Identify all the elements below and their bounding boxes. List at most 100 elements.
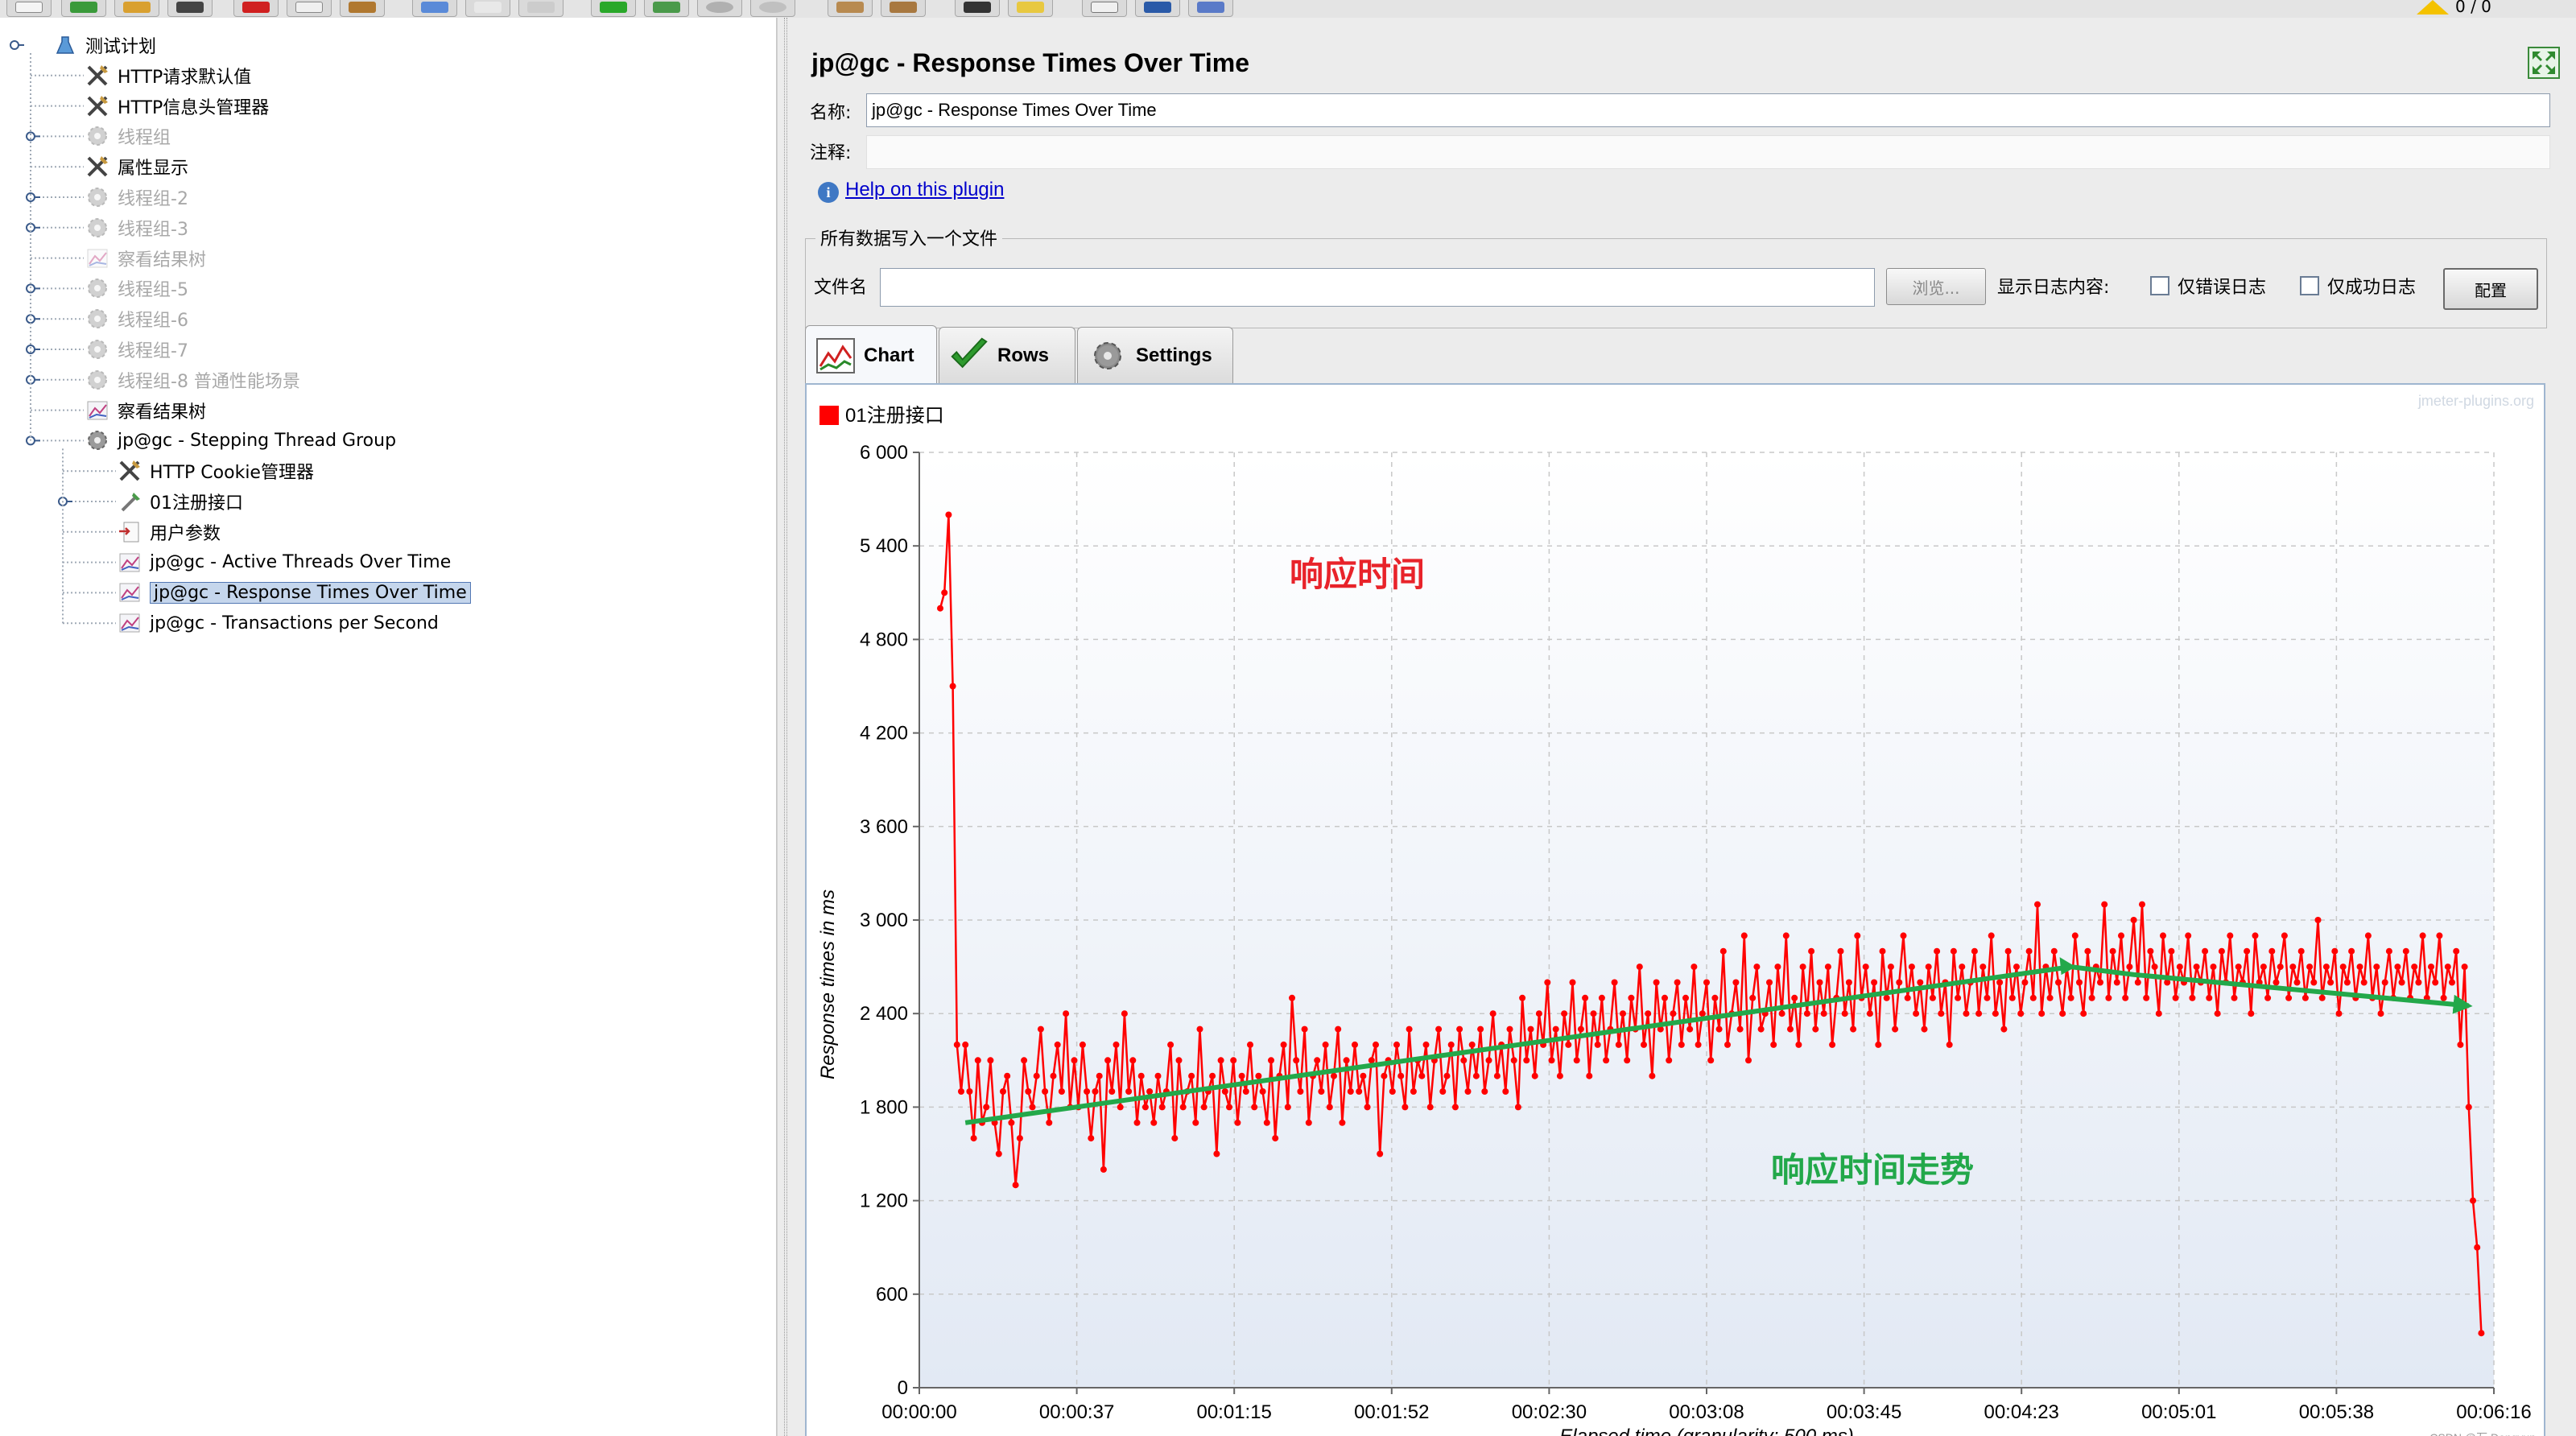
data-point xyxy=(2029,994,2037,1001)
data-point xyxy=(1230,1057,1237,1064)
data-point xyxy=(1397,1072,1405,1079)
data-point xyxy=(2398,979,2405,986)
data-point xyxy=(2277,964,2284,971)
data-point xyxy=(1636,964,1643,971)
tree-item[interactable]: jp@gc - Response Times Over Time xyxy=(118,579,471,606)
y-tick-label: 2 400 xyxy=(860,1003,908,1025)
tree-item[interactable]: 线程组-8 普通性能场景 xyxy=(85,366,300,394)
tab-rows[interactable]: Rows xyxy=(939,327,1075,383)
data-point xyxy=(1158,1104,1166,1111)
data-point xyxy=(1251,1104,1258,1111)
data-point xyxy=(1670,1010,1677,1017)
tree-item[interactable]: 属性显示 xyxy=(85,153,188,180)
filename-field[interactable] xyxy=(880,268,1875,307)
tree-item[interactable]: HTTP请求默认值 xyxy=(85,62,251,89)
toolbar-stop-button[interactable] xyxy=(697,0,742,17)
data-point xyxy=(1514,1104,1521,1111)
toolbar-reset-search-button[interactable] xyxy=(1008,0,1053,17)
data-point xyxy=(1443,1072,1451,1079)
data-point xyxy=(1464,1088,1472,1095)
tree-item[interactable]: 线程组-6 xyxy=(85,305,188,332)
toolbar-toggle-button[interactable] xyxy=(518,0,564,17)
tree-item[interactable]: 线程组-3 xyxy=(85,214,188,241)
data-point xyxy=(1887,964,1894,971)
toolbar-search-button[interactable] xyxy=(955,0,1000,17)
expand-icon[interactable] xyxy=(2528,47,2560,79)
toolbar-open-button[interactable] xyxy=(114,0,159,17)
toolbar-templates-button[interactable] xyxy=(61,0,106,17)
toolbar-new-button[interactable] xyxy=(6,0,52,17)
data-point xyxy=(2252,932,2259,939)
data-point xyxy=(1377,1150,1384,1157)
toolbar-start-button[interactable] xyxy=(591,0,636,17)
tree-item[interactable]: 测试计划 xyxy=(53,31,156,59)
tree-item[interactable]: 线程组-7 xyxy=(85,336,188,363)
data-point xyxy=(2122,994,2129,1001)
data-point xyxy=(1447,1041,1455,1048)
data-point xyxy=(2013,964,2020,971)
tree-item[interactable]: 线程组-5 xyxy=(85,274,188,302)
data-point xyxy=(974,1057,981,1064)
toolbar-paste-button[interactable] xyxy=(340,0,385,17)
warning-icon[interactable] xyxy=(2417,0,2449,14)
toolbar-clear-button[interactable] xyxy=(828,0,873,17)
data-point xyxy=(1736,1025,1744,1033)
tab-settings[interactable]: Settings xyxy=(1077,327,1233,383)
data-point xyxy=(953,1041,960,1048)
tree-item[interactable]: 线程组-2 xyxy=(85,184,188,211)
data-point xyxy=(1305,1119,1312,1126)
toolbar-remote-button[interactable] xyxy=(1188,0,1233,17)
comment-field[interactable] xyxy=(866,135,2550,169)
errors-only-checkbox[interactable] xyxy=(2150,276,2169,295)
tree-item[interactable]: 用户参数 xyxy=(118,518,221,546)
data-point xyxy=(1871,979,1878,986)
tree-item[interactable]: HTTP Cookie管理器 xyxy=(118,457,314,485)
data-point xyxy=(2285,994,2293,1001)
data-point xyxy=(2231,994,2238,1001)
toolbar-collapse-button[interactable] xyxy=(465,0,510,17)
data-point xyxy=(1356,1088,1363,1095)
tree-item[interactable]: 线程组 xyxy=(85,122,171,150)
configure-button[interactable]: 配置 xyxy=(2443,268,2538,310)
tree-item[interactable]: jp@gc - Stepping Thread Group xyxy=(85,427,396,454)
data-point xyxy=(2419,932,2426,939)
data-point xyxy=(2268,947,2276,955)
data-point xyxy=(1221,1088,1228,1095)
tree-item[interactable]: HTTP信息头管理器 xyxy=(85,93,269,120)
panel-splitter[interactable] xyxy=(777,18,796,1436)
toolbar-function-helper-button[interactable] xyxy=(1082,0,1127,17)
success-only-checkbox[interactable] xyxy=(2300,276,2319,295)
tree-item-label: 察看结果树 xyxy=(118,250,207,270)
toolbar-cut-button[interactable] xyxy=(233,0,279,17)
response-times-chart: 0 600 1 200 1 800 2 400 3 000 3 600 4 200 4 800 5… xyxy=(817,405,2532,1436)
data-point xyxy=(1653,979,1660,986)
tree-item[interactable]: 01注册接口 xyxy=(118,488,243,515)
data-point xyxy=(937,605,943,612)
name-field[interactable]: jp@gc - Response Times Over Time xyxy=(866,93,2550,127)
toolbar-shutdown-button[interactable] xyxy=(750,0,795,17)
data-point xyxy=(1624,1057,1631,1064)
tab-chart[interactable]: Chart xyxy=(805,325,937,385)
pipette-icon xyxy=(118,489,142,514)
tree-toggle-icon[interactable] xyxy=(10,40,19,50)
data-point xyxy=(1594,1041,1601,1048)
data-point xyxy=(1121,1010,1128,1017)
toolbar-clear-all-button[interactable] xyxy=(881,0,926,17)
tree-item[interactable]: jp@gc - Active Threads Over Time xyxy=(118,549,451,576)
toolbar-help-button[interactable] xyxy=(1135,0,1180,17)
data-point xyxy=(966,1088,973,1095)
toolbar-start-no-pause-button[interactable] xyxy=(644,0,689,17)
data-point xyxy=(1921,1025,1928,1033)
help-link[interactable]: Help on this plugin xyxy=(845,179,1004,201)
tree-item-label: 察看结果树 xyxy=(118,402,207,423)
toolbar-save-button[interactable] xyxy=(167,0,213,17)
data-point xyxy=(1573,1057,1580,1064)
tree-item[interactable]: jp@gc - Transactions per Second xyxy=(118,609,439,637)
toolbar-expand-button[interactable] xyxy=(412,0,457,17)
browse-button[interactable]: 浏览... xyxy=(1886,268,1986,305)
toolbar-copy-button[interactable] xyxy=(287,0,332,17)
tree-item[interactable]: 察看结果树 xyxy=(85,245,206,272)
data-point xyxy=(941,589,948,596)
data-point xyxy=(1649,1072,1656,1079)
tree-item[interactable]: 察看结果树 xyxy=(85,397,206,424)
